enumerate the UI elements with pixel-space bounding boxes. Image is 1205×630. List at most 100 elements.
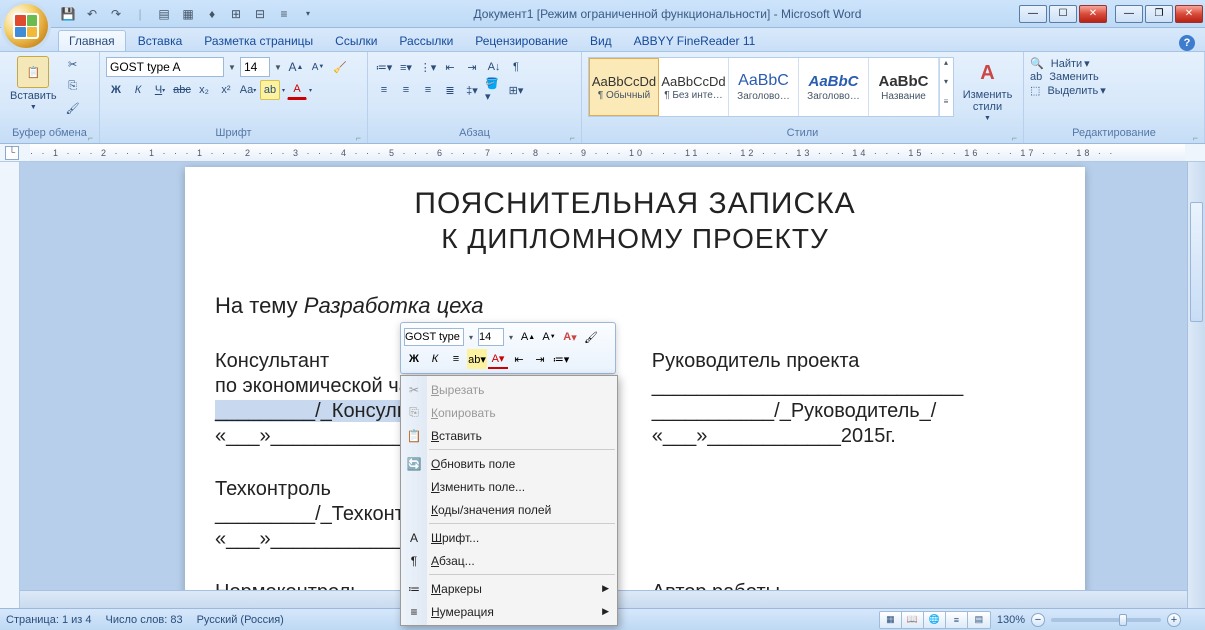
tab-pagelayout[interactable]: Разметка страницы [194,31,323,51]
qat-custom-2[interactable]: ▦ [178,4,198,24]
align-right-icon[interactable]: ≡ [418,80,438,100]
status-words[interactable]: Число слов: 83 [106,614,183,626]
copy-icon[interactable]: ⎘ [63,76,83,96]
gallery-down-icon[interactable]: ▾ [940,77,952,96]
sort-icon[interactable]: A↓ [484,57,504,77]
strike-icon[interactable]: abc [172,80,192,100]
mini-size-input[interactable] [478,328,504,346]
mini-center-icon[interactable]: ≡ [446,349,466,369]
mini-bold-icon[interactable]: Ж [404,349,424,369]
app-minimize-button[interactable]: — [1115,5,1143,23]
font-size-dropdown-icon[interactable]: ▼ [272,63,284,72]
qat-custom-5[interactable]: ⊟ [250,4,270,24]
font-color-icon[interactable]: A [287,80,307,100]
zoom-in-button[interactable]: + [1167,613,1181,627]
qat-more-icon[interactable]: ▾ [298,4,318,24]
ctx-вставить[interactable]: 📋Вставить [401,424,617,447]
minimize-button[interactable]: — [1019,5,1047,23]
select-button[interactable]: ⬚ Выделить ▾ [1030,84,1106,97]
line-spacing-icon[interactable]: ‡▾ [462,80,482,100]
zoom-level[interactable]: 130% [997,614,1025,626]
scrollbar-vertical[interactable] [1187,162,1205,608]
font-name-input[interactable] [106,57,224,77]
status-page[interactable]: Страница: 1 из 4 [6,614,92,626]
app-restore-button[interactable]: ❐ [1145,5,1173,23]
status-lang[interactable]: Русский (Россия) [197,614,284,626]
view-outline-icon[interactable]: ≡ [946,612,968,628]
mini-styles-icon[interactable]: A▾ [560,327,580,347]
tab-home[interactable]: Главная [58,30,126,51]
change-case-icon[interactable]: Aa▾ [238,80,258,100]
zoom-knob[interactable] [1119,614,1127,626]
page[interactable]: ПОЯСНИТЕЛЬНАЯ ЗАПИСКА К ДИПЛОМНОМУ ПРОЕК… [185,167,1085,608]
multilevel-icon[interactable]: ⋮▾ [418,57,438,77]
mini-painter-icon[interactable]: 🖌 [581,327,601,347]
indent-dec-icon[interactable]: ⇤ [440,57,460,77]
style-normal[interactable]: AaBbCcDd¶ Обычный [589,58,659,116]
replace-button[interactable]: ab Заменить [1030,71,1099,83]
indent-inc-icon[interactable]: ⇥ [462,57,482,77]
paste-button[interactable]: 📋 Вставить ▼ [6,54,61,113]
qat-custom-6[interactable]: ≡ [274,4,294,24]
style-heading1[interactable]: AaBbCЗаголово… [729,58,799,116]
ctx-шрифт[interactable]: AШрифт... [401,526,617,549]
subscript-icon[interactable]: x₂ [194,80,214,100]
font-size-input[interactable] [240,57,270,77]
grow-font-icon[interactable]: A▲ [286,57,306,77]
shrink-font-icon[interactable]: A▼ [308,57,328,77]
mini-font-input[interactable] [404,328,464,346]
tab-review[interactable]: Рецензирование [465,31,578,51]
view-draft-icon[interactable]: ▤ [968,612,990,628]
format-painter-icon[interactable]: 🖌 [63,98,83,118]
view-print-icon[interactable]: ▦ [880,612,902,628]
ctx-обновитьполе[interactable]: 🔄Обновить поле [401,452,617,475]
redo-icon[interactable]: ↷ [106,4,126,24]
gallery-up-icon[interactable]: ▴ [940,58,952,77]
cut-icon[interactable]: ✂ [63,54,83,74]
numbering-icon[interactable]: ≡▾ [396,57,416,77]
qat-custom-3[interactable]: ♦ [202,4,222,24]
ctx-изменитьполе[interactable]: Изменить поле... [401,475,617,498]
bold-icon[interactable]: Ж [106,80,126,100]
undo-icon[interactable]: ↶ [82,4,102,24]
app-close-button[interactable]: ✕ [1175,5,1203,23]
font-name-dropdown-icon[interactable]: ▼ [226,63,238,72]
ruler-vertical[interactable] [0,162,20,608]
highlight-icon[interactable]: ab [260,80,280,100]
align-center-icon[interactable]: ≡ [396,80,416,100]
style-title[interactable]: AaBbCНазвание [869,58,939,116]
gallery-more-icon[interactable]: ≡ [940,97,952,116]
help-icon[interactable]: ? [1179,35,1195,51]
zoom-out-button[interactable]: − [1031,613,1045,627]
style-nospacing[interactable]: AaBbCcDd¶ Без инте… [659,58,729,116]
ctx-абзац[interactable]: ¶Абзац... [401,549,617,572]
show-marks-icon[interactable]: ¶ [506,57,526,77]
tab-abbyy[interactable]: ABBYY FineReader 11 [624,31,766,51]
mini-bullets-icon[interactable]: ≔▾ [551,349,571,369]
qat-custom-1[interactable]: ▤ [154,4,174,24]
find-button[interactable]: 🔍 Найти ▾ [1030,57,1090,70]
change-styles-button[interactable]: A Изменить стили ▼ [958,57,1017,124]
mini-indentinc-icon[interactable]: ⇥ [530,349,550,369]
ruler-horizontal[interactable]: └ · · 1 · · · 2 · · · 1 · · · 1 · · · 2 … [0,144,1205,162]
tab-mailings[interactable]: Рассылки [389,31,463,51]
view-web-icon[interactable]: 🌐 [924,612,946,628]
mini-grow-icon[interactable]: A▲ [518,327,538,347]
superscript-icon[interactable]: x² [216,80,236,100]
style-heading2[interactable]: AaBbCЗаголово… [799,58,869,116]
tab-selector-icon[interactable]: └ [5,146,19,160]
justify-icon[interactable]: ≣ [440,80,460,100]
save-icon[interactable]: 💾 [58,4,78,24]
shading-icon[interactable]: 🪣▾ [484,80,504,100]
italic-icon[interactable]: К [128,80,148,100]
underline-icon[interactable]: Ч▾ [150,80,170,100]
styles-gallery[interactable]: AaBbCcDd¶ Обычный AaBbCcDd¶ Без инте… Aa… [588,57,954,117]
mini-italic-icon[interactable]: К [425,349,445,369]
mini-shrink-icon[interactable]: A▼ [539,327,559,347]
tab-view[interactable]: Вид [580,31,622,51]
maximize-button[interactable]: ☐ [1049,5,1077,23]
align-left-icon[interactable]: ≡ [374,80,394,100]
mini-indentdec-icon[interactable]: ⇤ [509,349,529,369]
close-button[interactable]: ✕ [1079,5,1107,23]
tab-insert[interactable]: Вставка [128,31,193,51]
